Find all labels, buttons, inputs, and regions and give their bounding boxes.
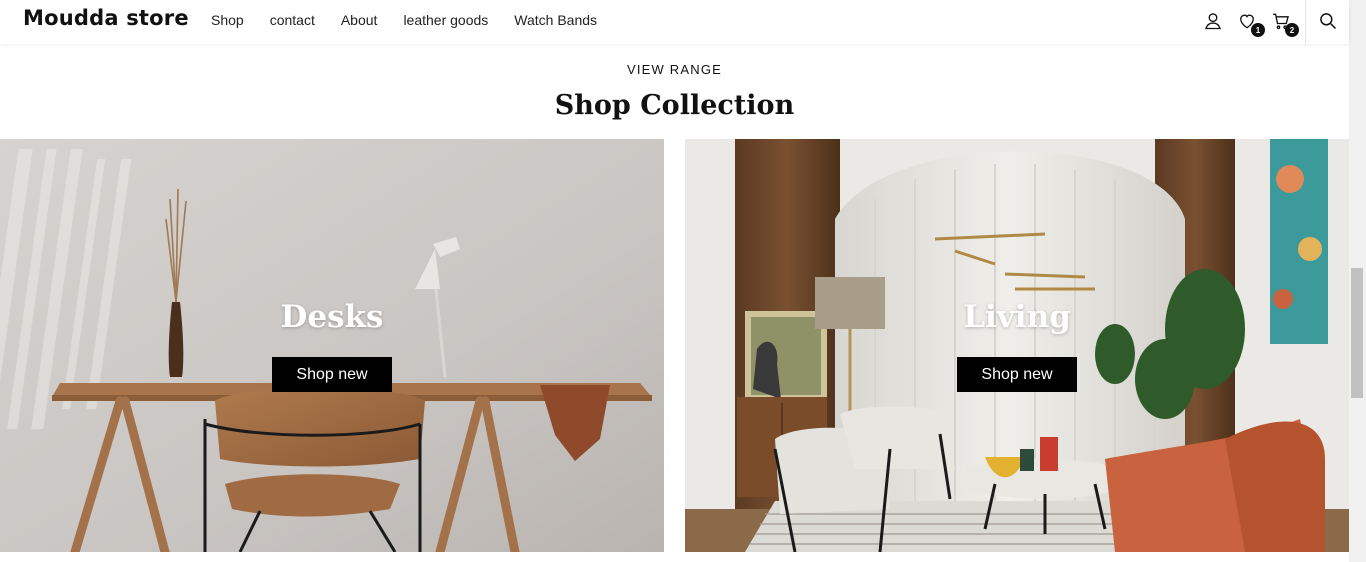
collection-card-living[interactable]: Living Shop new: [685, 139, 1349, 552]
store-logo[interactable]: Moudda store: [23, 6, 189, 30]
shop-new-desks-button[interactable]: Shop new: [272, 357, 392, 392]
account-button[interactable]: [1203, 11, 1225, 33]
nav-about[interactable]: About: [341, 11, 378, 29]
section-eyebrow: VIEW RANGE: [626, 62, 723, 77]
card-title-desks: Desks: [280, 299, 384, 335]
page-scrollbar[interactable]: [1349, 0, 1366, 562]
search-button[interactable]: [1318, 11, 1338, 31]
wishlist-count-badge: 1: [1251, 23, 1265, 37]
site-header: Moudda store Shop contact About leather …: [0, 0, 1349, 44]
shop-new-living-button[interactable]: Shop new: [957, 357, 1077, 392]
nav-leather-goods[interactable]: leather goods: [403, 11, 488, 29]
nav-contact[interactable]: contact: [270, 11, 315, 29]
user-icon: [1204, 13, 1222, 30]
header-actions: 1 2: [1203, 11, 1305, 37]
scrollbar-thumb[interactable]: [1351, 268, 1363, 398]
nav-watch-bands[interactable]: Watch Bands: [514, 11, 597, 29]
desks-image: [0, 139, 664, 552]
wishlist-button[interactable]: 1: [1237, 11, 1265, 37]
header-divider: [1305, 0, 1306, 44]
section-title: Shop Collection: [554, 90, 795, 121]
nav-shop[interactable]: Shop: [211, 11, 244, 29]
collection-card-desks[interactable]: Desks Shop new: [0, 139, 664, 552]
cart-count-badge: 2: [1285, 23, 1299, 37]
cart-button[interactable]: 2: [1271, 11, 1299, 37]
living-image: [685, 139, 1349, 552]
card-title-living: Living: [963, 299, 1071, 335]
main-nav: Shop contact About leather goods Watch B…: [211, 11, 623, 29]
search-icon: [1320, 13, 1337, 30]
